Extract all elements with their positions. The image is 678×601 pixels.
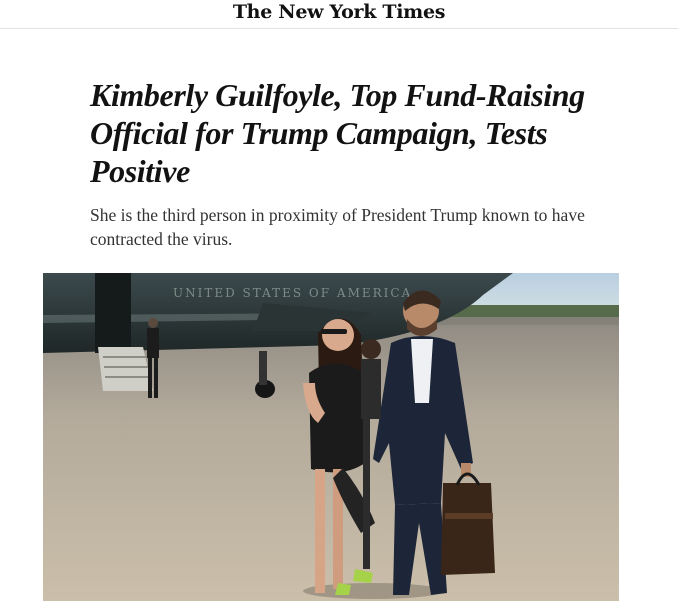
lead-photo: UNITED STATES OF AMERICA: [43, 273, 619, 601]
masthead: The New York Times: [0, 0, 678, 29]
nyt-logo[interactable]: The New York Times: [233, 1, 446, 23]
plane-lettering: UNITED STATES OF AMERICA: [173, 286, 412, 300]
article-summary: She is the third person in proximity of …: [90, 205, 585, 249]
article-headline: Kimberly Guilfoyle, Top Fund-Raising Off…: [90, 77, 585, 189]
